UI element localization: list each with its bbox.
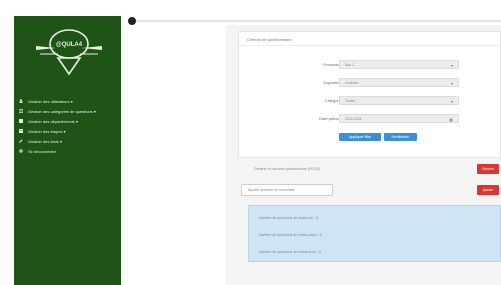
field-row: Catégorie Toutes ▾ [239,96,501,105]
panel-header: Critères de questionnaire [239,32,500,46]
calendar-icon: ▦ [449,117,453,122]
sidebar-item-label: Gestion des départements ▾ [28,118,79,124]
add-question-button[interactable]: Ajouter question de formulaire [241,184,333,196]
exposition-select[interactable]: Contrôle ▾ [339,78,459,87]
field-row: Exposition Contrôle ▾ [239,78,501,87]
process-select[interactable]: Bac 1 ▾ [339,60,459,69]
add-question-label: Ajouter question de formulaire [248,188,295,192]
select-value: Contrôle [345,81,359,85]
sidebar-item-users[interactable]: Gestion des utilisateurs ▾ [14,96,121,106]
table-icon [19,129,23,133]
pencil-icon [19,139,23,143]
sidebar-item-label: Gestion des tests ▾ [28,138,63,144]
generate-row: Générer le nouveau questionnaire (ROSE) … [238,163,501,175]
add-button[interactable]: Ajouter [477,185,499,195]
sidebar-item-label: Gestion des catégories de questions ▾ [28,108,96,114]
building-icon [19,119,23,123]
generate-row-text: Générer le nouveau questionnaire (ROSE) [254,167,321,171]
reset-button[interactable]: Réinitialiser [384,133,417,141]
info-line: Nombre de questions de niveau trois : 8 [259,250,321,254]
sidebar-item-steps[interactable]: Gestion des étapes ▾ [14,126,121,136]
panel-title: Critères de questionnaire [247,37,292,42]
field-row: Processus Bac 1 ▾ [239,60,501,69]
info-line: Nombre de questions de niveau un : 5 [259,216,319,220]
select-value: Toutes [345,99,356,103]
menu-toggle-button[interactable] [128,17,136,25]
gear-icon [19,149,23,153]
list-icon [19,109,23,113]
user-icon [19,99,23,103]
logo-text: @QULA4 [56,42,83,48]
info-alert: Nombre de questions de niveau un : 5 Nom… [248,205,501,262]
select-value: Bac 1 [345,63,354,67]
date-period-select[interactable]: 2020-2021 ▦ [339,114,459,123]
criteria-panel: Critères de questionnaire Processus Bac … [238,31,501,158]
side-nav: Gestion des utilisateurs ▾ Gestion des c… [14,96,121,156]
top-bar [136,20,501,22]
sidebar-item-departments[interactable]: Gestion des départements ▾ [14,116,121,126]
sidebar-item-question-categories[interactable]: Gestion des catégories de questions ▾ [14,106,121,116]
sidebar-item-label: Gestion des utilisateurs ▾ [28,98,73,104]
chevron-down-icon: ▾ [450,99,453,104]
chevron-down-icon: ▾ [450,81,453,86]
info-line: Nombre de questions de niveau deux : 6 [259,233,322,237]
sidebar-item-tests[interactable]: Gestion des tests ▾ [14,136,121,146]
generate-button[interactable]: Générer [477,164,499,174]
sidebar-item-label: Gestion des étapes ▾ [28,128,66,134]
sidebar: @QULA4 Gestion des utilisateurs ▾ Gestio… [14,16,121,285]
chevron-down-icon: ▾ [450,63,453,68]
apply-filter-button[interactable]: Appliquer filtre [339,133,381,141]
field-row: Date période 2020-2021 ▦ [239,114,501,123]
sidebar-item-label: Se déconnecter [28,148,57,154]
category-select[interactable]: Toutes ▾ [339,96,459,105]
logo-emblem-icon: @QULA4 [36,29,102,76]
select-value: 2020-2021 [345,117,362,121]
sidebar-item-logout[interactable]: Se déconnecter [14,146,121,156]
